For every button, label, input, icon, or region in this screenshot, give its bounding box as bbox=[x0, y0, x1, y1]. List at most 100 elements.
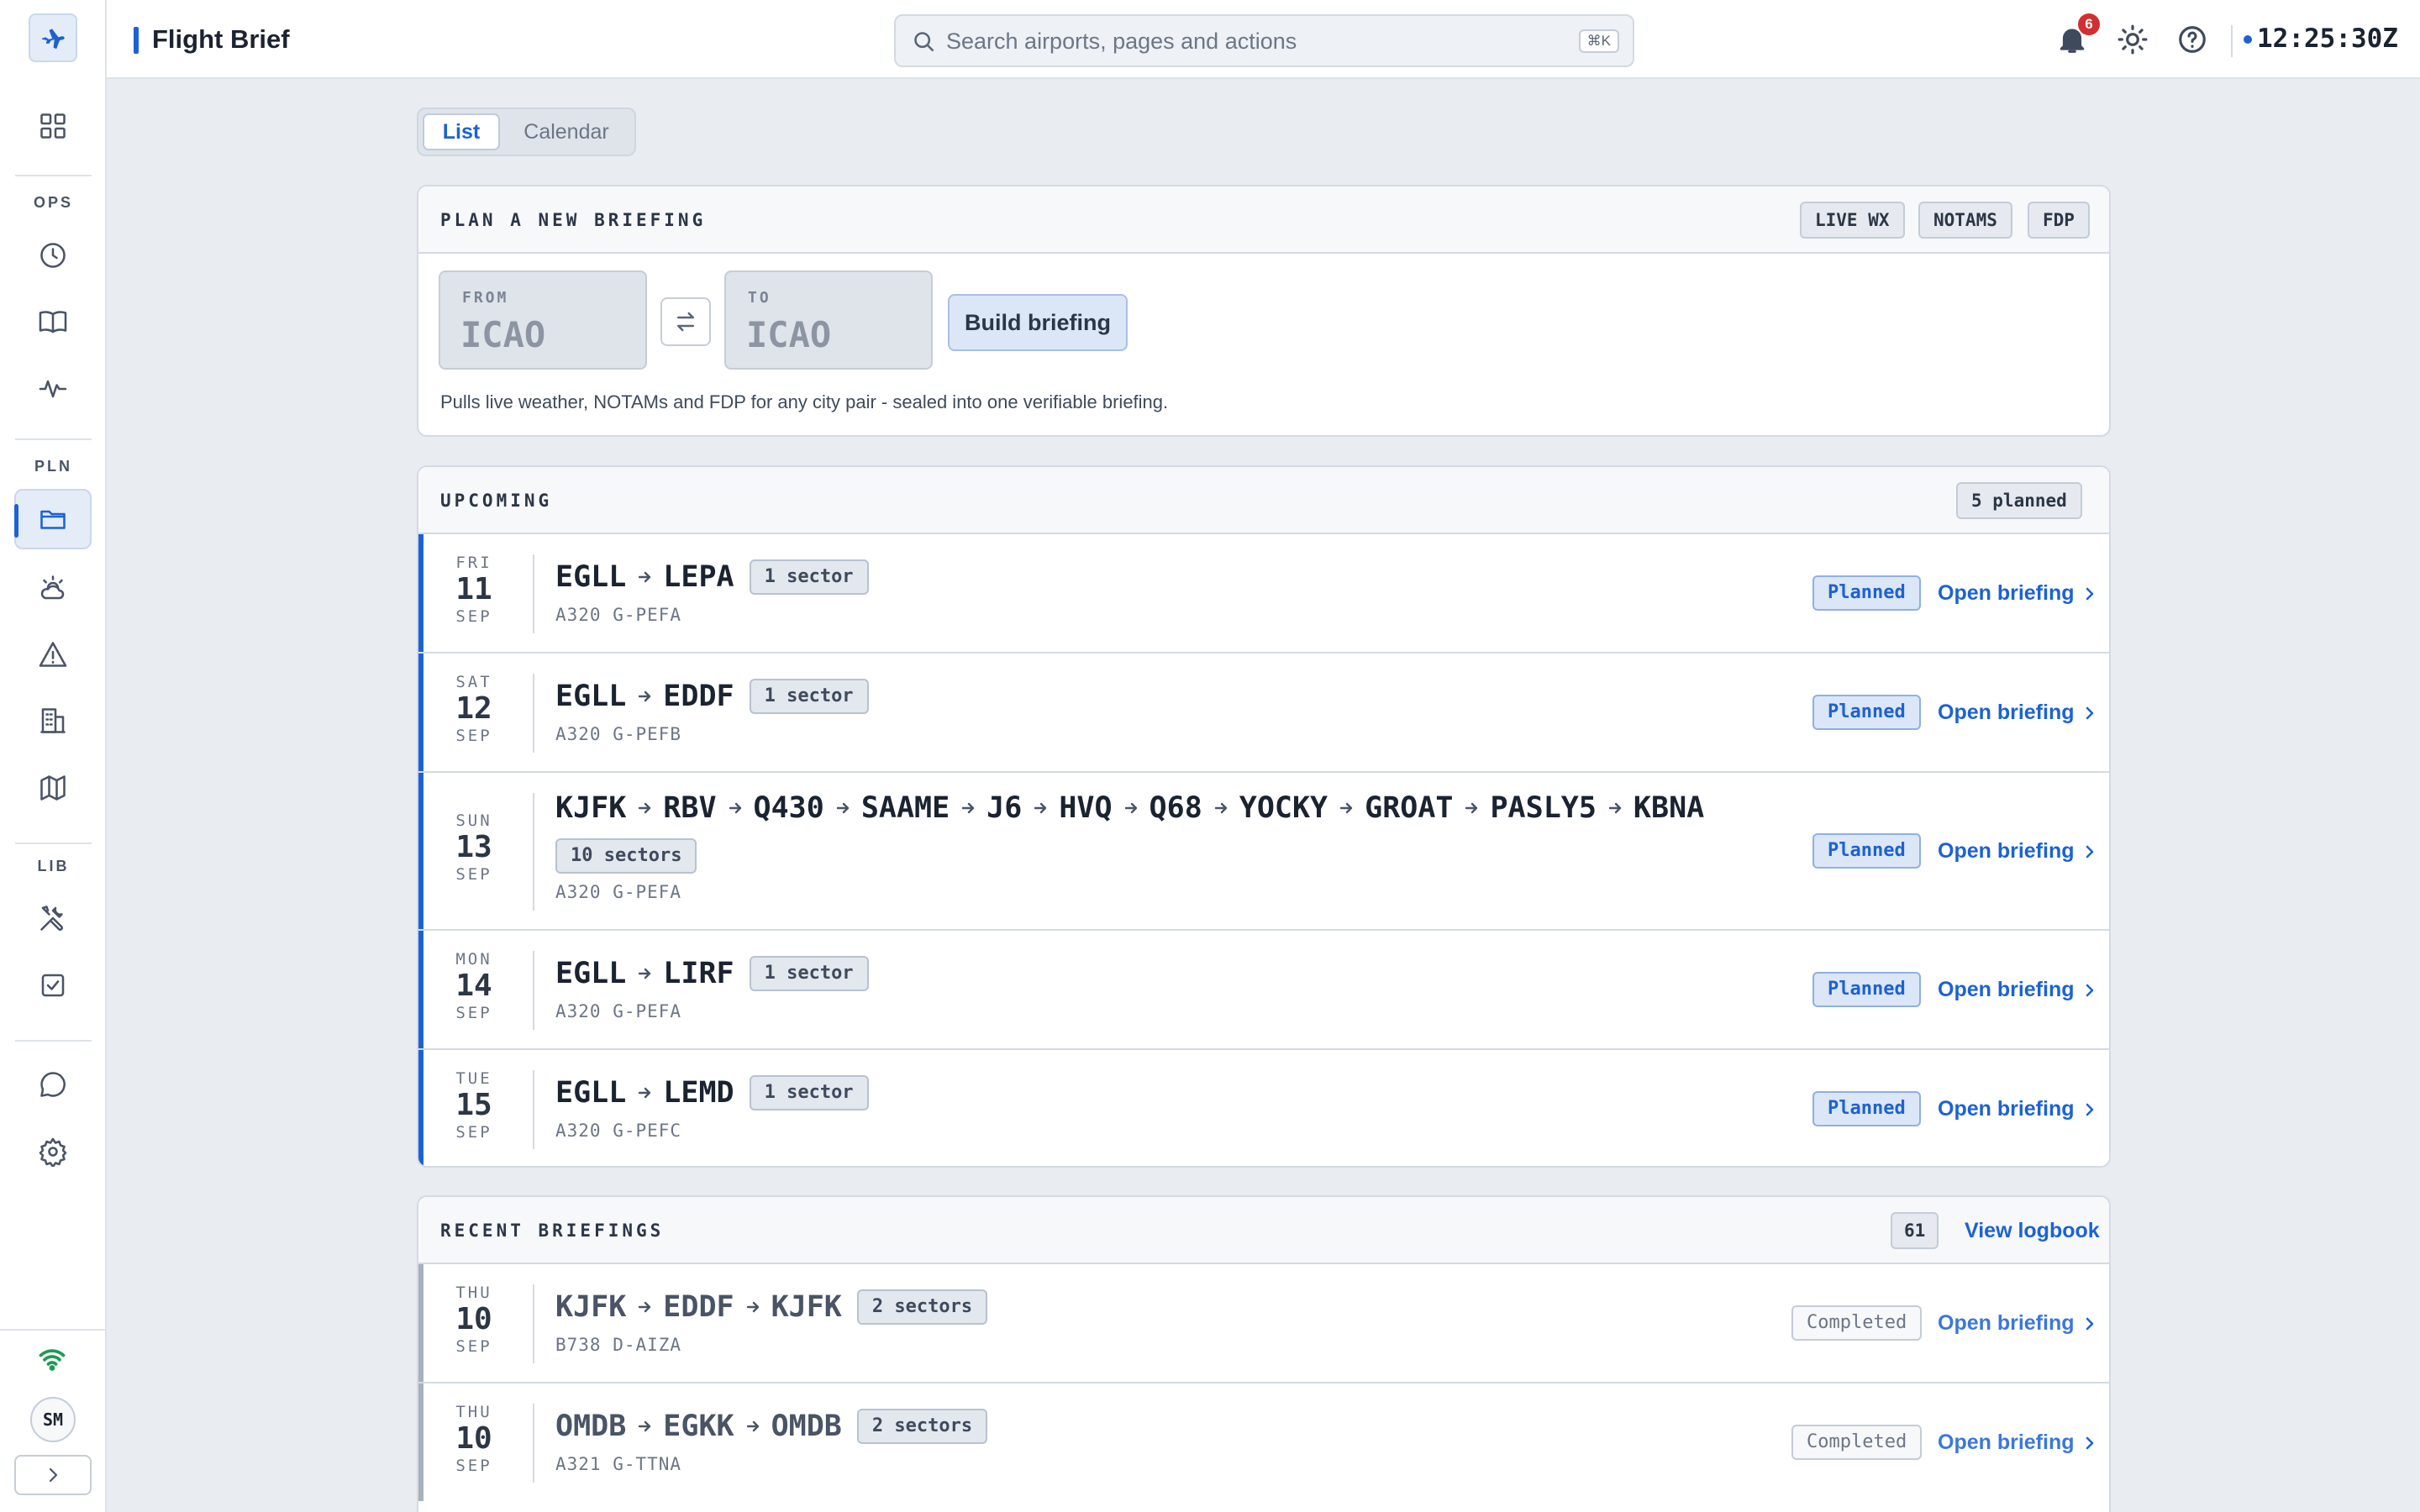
row-date: TUE 15 SEP bbox=[440, 1069, 508, 1142]
sidebar-item-airports[interactable] bbox=[14, 690, 92, 751]
book-icon bbox=[39, 311, 67, 333]
day-of-week: SAT bbox=[455, 673, 492, 691]
day-of-week: MON bbox=[455, 950, 492, 969]
day-number: 13 bbox=[455, 830, 492, 864]
day-number: 10 bbox=[455, 1302, 492, 1336]
row-date: THU 10 SEP bbox=[440, 1403, 508, 1475]
route: KJFK EDDF KJFK 2 sectors bbox=[555, 1289, 1732, 1325]
title-accent bbox=[134, 27, 139, 54]
arrow-right-icon bbox=[636, 1418, 653, 1435]
status-badge: Planned bbox=[1812, 695, 1921, 730]
to-input[interactable] bbox=[746, 311, 914, 358]
sector-count: 1 sector bbox=[749, 559, 869, 595]
build-briefing-button[interactable]: Build briefing bbox=[948, 294, 1128, 351]
aircraft-registration: B738 D-AIZA bbox=[555, 1335, 682, 1355]
sidebar-item-notams[interactable] bbox=[14, 624, 92, 685]
row-accent bbox=[418, 931, 424, 1048]
card-title: PLAN A NEW BRIEFING bbox=[440, 210, 707, 230]
chip-live-wx: LIVE WX bbox=[1800, 202, 1905, 239]
swap-button[interactable] bbox=[660, 297, 711, 346]
search-box[interactable]: ⌘K bbox=[894, 14, 1634, 67]
sidebar-item-briefings[interactable] bbox=[14, 489, 92, 549]
folder-icon bbox=[40, 510, 66, 529]
briefing-row[interactable]: TUE 15 SEP EGLL LEMD 1 sector A320 G-PEFC Pla… bbox=[418, 1048, 2109, 1166]
tab-list[interactable]: List bbox=[423, 113, 500, 150]
open-briefing-link[interactable]: Open briefing bbox=[1938, 701, 2098, 725]
chevron-right-icon bbox=[49, 1467, 58, 1483]
waypoint: OMDB bbox=[771, 1410, 842, 1443]
arrow-right-icon bbox=[636, 688, 653, 705]
day-number: 12 bbox=[455, 691, 492, 726]
waypoint: LIRF bbox=[663, 957, 734, 990]
sidebar-divider bbox=[0, 1329, 107, 1331]
sidebar-divider bbox=[15, 175, 92, 176]
briefing-row[interactable]: MON 14 SEP EGLL LIRF 1 sector A320 G-PEFA Pla… bbox=[418, 929, 2109, 1048]
sidebar-item-weather[interactable] bbox=[14, 558, 92, 618]
sidebar-item-settings[interactable] bbox=[14, 1121, 92, 1182]
waypoint: EDDF bbox=[663, 1290, 734, 1324]
theme-toggle-button[interactable] bbox=[2117, 24, 2149, 55]
briefing-row[interactable]: THU 10 SEP KJFK EDDF KJFK 2 sectors B738 D-AI… bbox=[418, 1263, 2109, 1382]
to-field[interactable]: TO bbox=[724, 270, 933, 370]
aircraft-registration: A320 G-PEFA bbox=[555, 1001, 682, 1021]
sidebar-item-history[interactable] bbox=[14, 225, 92, 286]
open-briefing-link[interactable]: Open briefing bbox=[1938, 581, 2098, 606]
plan-hint: Pulls live weather, NOTAMs and FDP for a… bbox=[440, 391, 1169, 412]
wifi-icon bbox=[37, 1344, 71, 1374]
arrow-right-icon bbox=[1463, 800, 1480, 816]
status-badge: Planned bbox=[1812, 833, 1921, 869]
waypoint: EGLL bbox=[555, 957, 627, 990]
cloud-sun-icon bbox=[40, 575, 65, 600]
sun-icon bbox=[2118, 24, 2148, 55]
open-briefing-link[interactable]: Open briefing bbox=[1938, 1097, 2098, 1121]
open-briefing-label: Open briefing bbox=[1938, 978, 2075, 1001]
sidebar-section-lib: LIB bbox=[37, 858, 70, 874]
tab-calendar[interactable]: Calendar bbox=[508, 113, 625, 150]
open-briefing-link[interactable]: Open briefing bbox=[1938, 839, 2098, 864]
day-of-week: FRI bbox=[455, 554, 492, 572]
from-field[interactable]: FROM bbox=[439, 270, 647, 370]
row-date: THU 10 SEP bbox=[440, 1284, 508, 1356]
user-avatar[interactable]: SM bbox=[30, 1397, 76, 1442]
row-accent bbox=[418, 1050, 424, 1166]
briefing-row[interactable]: SUN 13 SEP KJFK RBV Q430 SAAME J6 HVQ Q68 YOCKY G… bbox=[418, 771, 2109, 929]
route: OMDB EGKK OMDB 2 sectors bbox=[555, 1409, 1732, 1444]
sidebar-item-manuals[interactable] bbox=[14, 291, 92, 352]
day-of-week: TUE bbox=[455, 1069, 492, 1088]
sidebar-item-messages[interactable] bbox=[14, 1054, 92, 1115]
briefing-row[interactable]: FRI 11 SEP EGLL LEPA 1 sector A320 G-PEFA Pla… bbox=[418, 533, 2109, 652]
from-input[interactable] bbox=[460, 311, 629, 358]
tools-icon bbox=[40, 906, 63, 931]
help-button[interactable] bbox=[2176, 24, 2208, 55]
app-logo[interactable] bbox=[29, 13, 77, 62]
search-input[interactable] bbox=[946, 24, 1534, 58]
search-icon bbox=[914, 32, 934, 52]
arrow-right-icon bbox=[1338, 800, 1355, 816]
aircraft-registration: A320 G-PEFA bbox=[555, 605, 682, 625]
view-logbook-link[interactable]: View logbook bbox=[1965, 1219, 2100, 1243]
open-briefing-link[interactable]: Open briefing bbox=[1938, 978, 2098, 1002]
aircraft-registration: A320 G-PEFA bbox=[555, 882, 682, 902]
waypoint: KBNA bbox=[1633, 791, 1705, 825]
open-briefing-link[interactable]: Open briefing bbox=[1938, 1431, 2098, 1455]
briefing-row[interactable]: THU 10 SEP OMDB EGKK OMDB 2 sectors A321 G-TT… bbox=[418, 1382, 2109, 1501]
card-header: PLAN A NEW BRIEFING LIVE WX NOTAMS FDP bbox=[418, 186, 2109, 254]
sidebar-item-checklists[interactable] bbox=[14, 955, 92, 1016]
arrow-right-icon bbox=[1123, 800, 1139, 816]
briefing-row[interactable]: SAT 12 SEP EGLL EDDF 1 sector A320 G-PEFB Pla… bbox=[418, 652, 2109, 771]
chevron-right-icon bbox=[2086, 1103, 2093, 1116]
day-of-week: THU bbox=[455, 1403, 492, 1421]
expand-sidebar-button[interactable] bbox=[14, 1455, 92, 1495]
chevron-right-icon bbox=[2086, 845, 2093, 858]
sidebar-item-tools[interactable] bbox=[14, 888, 92, 948]
open-briefing-link[interactable]: Open briefing bbox=[1938, 1311, 2098, 1336]
sidebar-item-activity[interactable] bbox=[14, 359, 92, 419]
open-briefing-label: Open briefing bbox=[1938, 1431, 2075, 1454]
sidebar-item-dashboard[interactable] bbox=[14, 96, 92, 156]
open-briefing-label: Open briefing bbox=[1938, 581, 2075, 605]
waypoint: EGLL bbox=[555, 680, 627, 713]
sidebar-item-charts[interactable] bbox=[14, 758, 92, 818]
view-toggle: List Calendar bbox=[417, 108, 636, 156]
chevron-right-icon bbox=[2086, 706, 2093, 719]
month: SEP bbox=[455, 1337, 492, 1356]
